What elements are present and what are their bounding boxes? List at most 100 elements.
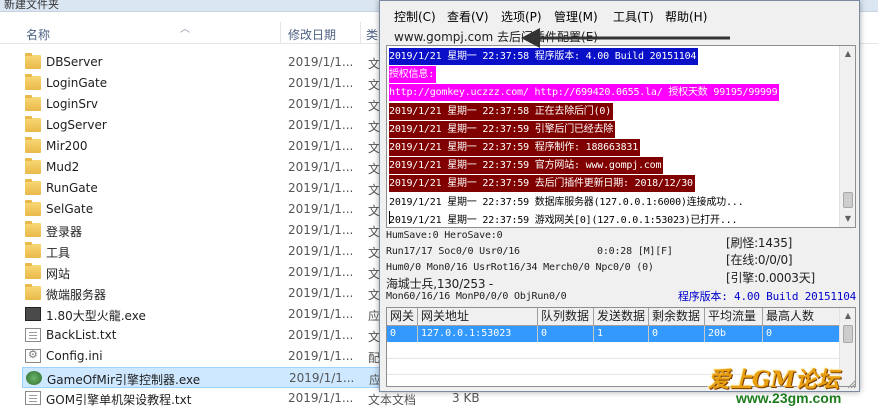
scroll-thumb[interactable] — [843, 325, 853, 343]
file-date: 2019/1/1... — [288, 349, 354, 363]
file-size: 3 KB — [452, 391, 480, 405]
file-name: BackList.txt — [46, 328, 117, 342]
column-divider[interactable] — [360, 22, 361, 44]
file-name: Config.ini — [46, 349, 103, 363]
status-engine: [引擎:0.0003天] — [726, 271, 815, 285]
scroll-down-arrow-icon[interactable]: ▼ — [840, 211, 855, 227]
menu-bar: 控制(C) 查看(V) 选项(P) 管理(M) 工具(T) 帮助(H) — [381, 5, 860, 25]
file-name: 1.80大型火龍.exe — [46, 309, 146, 323]
file-date: 2019/1/1... — [289, 371, 355, 385]
explorer-title: 新建文件夹 — [4, 0, 59, 11]
file-row[interactable]: 工具 2019/1/1... 文 — [22, 241, 382, 262]
menu-help[interactable]: 帮助(H) — [665, 8, 707, 25]
file-row[interactable]: DBServer 2019/1/1... 文 — [22, 52, 382, 73]
status-version: 程序版本: 4.00 Build 20151104 — [678, 290, 857, 303]
file-row[interactable]: RunGate 2019/1/1... 文 — [22, 178, 382, 199]
file-date: 2019/1/1... — [288, 139, 354, 153]
file-row[interactable]: 微端服务器 2019/1/1... 文 — [22, 283, 382, 304]
file-name: Mir200 — [46, 139, 88, 153]
file-row[interactable]: 1.80大型火龍.exe 2019/1/1... 应 — [22, 304, 382, 325]
gom-icon — [26, 371, 42, 385]
file-row[interactable]: BackList.txt 2019/1/1... 文 — [22, 325, 382, 346]
status-hum-save: HumSave:0 HeroSave:0 — [386, 230, 503, 241]
file-row[interactable]: 登录器 2019/1/1... 文 — [22, 220, 382, 241]
file-name: LoginGate — [46, 76, 108, 90]
folder-icon — [25, 263, 41, 279]
status-panel: HumSave:0 HeroSave:0 Run17/17 Soc0/0 Usr… — [386, 229, 856, 307]
file-row[interactable]: Mir200 2019/1/1... 文 — [22, 136, 382, 157]
grid-cell: 0 — [538, 326, 594, 342]
watermark-url: www.23gm.com — [736, 390, 842, 406]
txt-icon — [25, 328, 41, 342]
scroll-up-arrow-icon[interactable]: ▲ — [840, 308, 855, 324]
log-line: 2019/1/21 星期一 22:37:59 游戏网关[0](127.0.0.1… — [389, 214, 738, 226]
grid-divider — [387, 358, 841, 359]
menu-manage[interactable]: 管理(M) — [554, 8, 598, 25]
menu-control[interactable]: 控制(C) — [394, 8, 436, 25]
column-divider[interactable] — [280, 22, 281, 44]
column-header-date[interactable]: 修改日期 — [288, 26, 336, 43]
file-row[interactable]: GameOfMir引擎控制器.exe 2019/1/1... 应 — [22, 367, 382, 388]
menu-options[interactable]: 选项(P) — [501, 8, 542, 25]
file-date: 2019/1/1... — [288, 391, 354, 405]
folder-icon — [25, 179, 41, 195]
file-row[interactable]: LoginSrv 2019/1/1... 文 — [22, 94, 382, 115]
file-row[interactable]: Config.ini2019/1/1...配 — [22, 346, 382, 367]
file-date: 2019/1/1... — [288, 265, 354, 279]
file-name: LoginSrv — [46, 97, 99, 111]
grid-header-cell[interactable]: 最高人数 — [763, 308, 841, 326]
scroll-up-arrow-icon[interactable]: ▲ — [840, 46, 855, 62]
file-row[interactable]: Mud2 2019/1/1... 文 — [22, 157, 382, 178]
grid-cell: 0 — [763, 326, 841, 342]
file-name: SelGate — [46, 202, 94, 216]
column-header-name[interactable]: 名称 — [26, 26, 50, 43]
file-row[interactable]: 网站 2019/1/1... 文 — [22, 262, 382, 283]
grid-header-cell[interactable]: 剩余数据 — [649, 308, 705, 326]
menu-view[interactable]: 查看(V) — [447, 8, 489, 25]
grid-cell: 0 — [387, 326, 418, 342]
file-row[interactable]: GOM引擎单机架设教程.txt 2019/1/1... 文本文档 3 KB — [22, 388, 480, 409]
menu-remove-backdoor-config[interactable]: www.gompj.com 去后门插件配置(E) — [394, 28, 598, 45]
status-hum: Hum0/0 Mon0/16 UsrRot16/34 Merch0/0 Npc0… — [386, 262, 654, 273]
log-line: 2019/1/21 星期一 22:37:59 程序制作: 188663831 — [389, 139, 641, 156]
log-panel[interactable]: 2019/1/21 星期一 22:37:58 程序版本: 4.00 Build … — [386, 45, 856, 228]
folder-icon — [25, 137, 41, 153]
grid-header-cell[interactable]: 发送数据 — [594, 308, 649, 326]
status-map: 海城士兵,130/253 - — [386, 277, 494, 291]
ini-icon — [25, 348, 41, 363]
file-type: 文本文档 — [368, 393, 417, 407]
file-name: GameOfMir引擎控制器.exe — [47, 373, 201, 387]
file-date: 2019/1/1... — [288, 328, 354, 342]
log-line: 2019/1/21 星期一 22:37:59 数据库服务器(127.0.0.1:… — [389, 196, 744, 208]
column-header-type[interactable]: 类 — [366, 26, 378, 43]
grid-header-cell[interactable]: 队列数据 — [538, 308, 594, 326]
status-mon: Mon60/16/16 MonP0/0/0 ObjRun0/0 — [386, 291, 567, 302]
log-line: 2019/1/21 星期一 22:37:58 程序版本: 4.00 Build … — [389, 48, 699, 65]
watermark-logo: 爱上GM论坛 www.23gm.com — [700, 362, 870, 412]
file-date: 2019/1/1... — [288, 97, 354, 111]
folder-icon — [25, 53, 41, 69]
file-name: 工具 — [46, 246, 71, 260]
grid-header-cell[interactable]: 平均流量 — [705, 308, 763, 326]
file-name: DBServer — [46, 55, 103, 69]
file-name: RunGate — [46, 181, 98, 195]
file-row[interactable]: LogServer 2019/1/1... 文 — [22, 115, 382, 136]
sort-arrow-icon: ︿ — [180, 24, 190, 35]
menu-tools[interactable]: 工具(T) — [613, 8, 654, 25]
file-date: 2019/1/1... — [288, 160, 354, 174]
file-name: GOM引擎单机架设教程.txt — [46, 393, 192, 407]
file-row[interactable]: LoginGate 2019/1/1... 文 — [22, 73, 382, 94]
grid-cell: 0 — [649, 326, 705, 342]
grid-cell: 20b — [705, 326, 763, 342]
folder-icon — [25, 242, 41, 258]
folder-icon — [25, 116, 41, 132]
grid-header-cell[interactable]: 网关 — [387, 308, 418, 326]
grid-header-cell[interactable]: 网关地址 — [418, 308, 538, 326]
file-row[interactable]: SelGate 2019/1/1... 文 — [22, 199, 382, 220]
grid-row[interactable]: 0 127.0.0.1:53023 0 1 0 20b 0 — [387, 326, 841, 342]
file-name: LogServer — [46, 118, 107, 132]
scroll-thumb[interactable] — [843, 192, 853, 208]
file-date: 2019/1/1... — [288, 118, 354, 132]
log-scrollbar[interactable]: ▲ ▼ — [839, 46, 855, 227]
grid-cell: 127.0.0.1:53023 — [418, 326, 538, 342]
